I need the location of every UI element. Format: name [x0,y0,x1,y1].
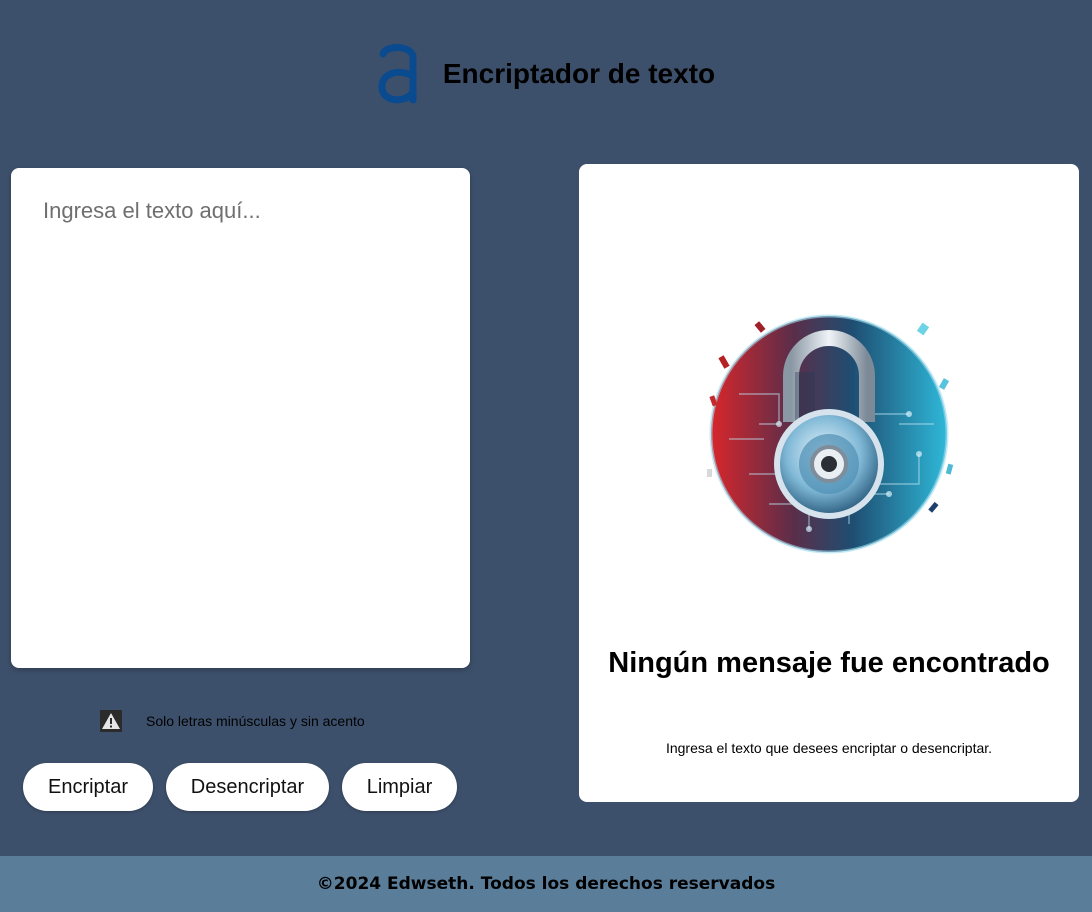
output-card: Ningún mensaje fue encontrado Ingresa el… [579,164,1079,802]
app-header: Encriptador de texto [0,40,1092,108]
footer: ©2024 Edwseth. Todos los derechos reserv… [0,856,1092,912]
padlock-illustration [707,314,954,554]
hint-text: Solo letras minúsculas y sin acento [146,713,365,729]
page-title: Encriptador de texto [442,58,716,89]
input-hint: Solo letras minúsculas y sin acento [100,709,365,733]
alura-a-logo-icon [378,44,417,104]
action-buttons: Encriptar Desencriptar Limpiar [23,763,457,811]
warning-icon [100,710,122,732]
empty-message-title: Ningún mensaje fue encontrado [608,647,1050,679]
clear-button[interactable]: Limpiar [342,763,457,811]
empty-message-subtitle: Ingresa el texto que desees encriptar o … [665,740,993,756]
input-card [11,168,470,668]
footer-text: ©2024 Edwseth. Todos los derechos reserv… [316,874,776,894]
encrypt-button[interactable]: Encriptar [23,763,153,811]
text-input[interactable] [11,168,470,668]
decrypt-button[interactable]: Desencriptar [166,763,329,811]
